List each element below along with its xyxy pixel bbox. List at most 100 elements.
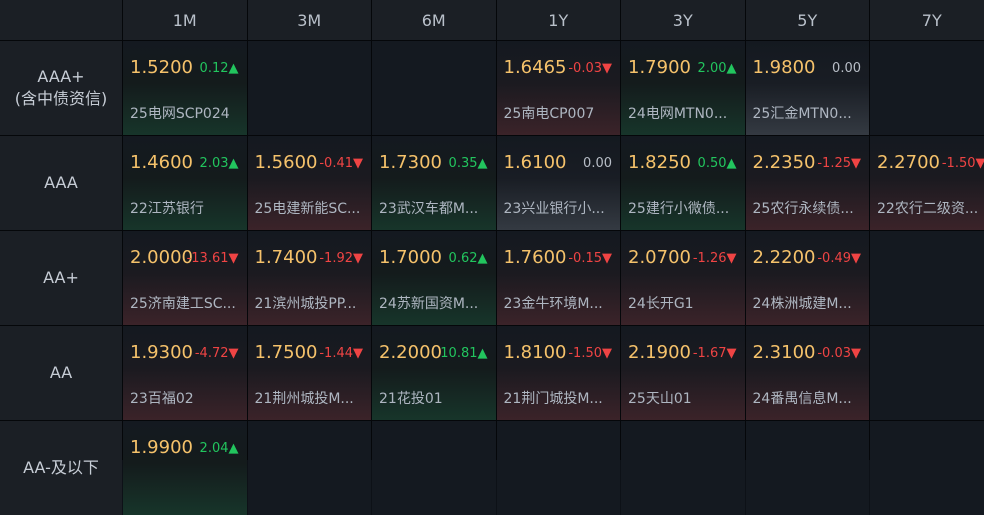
yield-cell[interactable]: 1.46002.03▲22江苏银行 xyxy=(123,136,247,230)
yield-value: 2.2200 xyxy=(753,247,823,268)
row-label: AA+ xyxy=(0,231,122,325)
change-value: -0.03▼ xyxy=(568,61,612,76)
down-arrow-icon: ▼ xyxy=(727,346,737,361)
yield-cell[interactable]: 1.7600-0.15▼23金牛环境M... xyxy=(497,231,621,325)
change-number: -0.03 xyxy=(568,61,602,76)
change-number: 0.35 xyxy=(449,156,478,171)
yield-cell[interactable]: 2.3100-0.03▼24番禺信息M... xyxy=(746,326,870,420)
bond-name: 21荆州城投M... xyxy=(255,388,366,408)
up-arrow-icon: ▲ xyxy=(478,346,488,361)
yield-value: 1.9800 xyxy=(753,57,823,78)
change-value: -4.72▼ xyxy=(195,346,239,361)
change-number: 2.03 xyxy=(200,156,229,171)
yield-cell[interactable]: 1.5600-0.41▼ 25电建新能SC... xyxy=(248,136,372,230)
yield-cell[interactable]: 1.79002.00▲24电网MTN0... xyxy=(621,41,745,135)
yield-cell[interactable]: 1.9300-4.72▼23百福02 xyxy=(123,326,247,420)
yield-cell[interactable]: 1.6100 0.00 23兴业银行小... xyxy=(497,136,621,230)
up-arrow-icon: ▲ xyxy=(727,61,737,76)
change-value: -0.03▼ xyxy=(817,346,861,361)
yield-cell[interactable]: 1.52000.12▲25电网SCP024 xyxy=(123,41,247,135)
change-number: 0.00 xyxy=(583,156,612,171)
change-number: -0.15 xyxy=(568,251,602,266)
yield-cell[interactable]: 1.7400-1.92▼21滨州城投PP... xyxy=(248,231,372,325)
column-header-1y[interactable]: 1Y xyxy=(497,0,621,40)
change-number: -0.49 xyxy=(817,251,851,266)
yield-value: 1.6465 xyxy=(504,57,574,78)
change-number: 0.50 xyxy=(698,156,727,171)
column-header-3m[interactable]: 3M xyxy=(248,0,372,40)
bond-name: 22江苏银行 xyxy=(130,198,241,218)
yield-cell[interactable]: 1.70000.62▲ 24苏新国资M... xyxy=(372,231,496,325)
down-arrow-icon: ▼ xyxy=(229,346,239,361)
bond-name: 25电建新能SC... xyxy=(255,198,366,218)
yield-value: 1.5600 xyxy=(255,152,325,173)
down-arrow-icon: ▼ xyxy=(353,251,363,266)
yield-cell[interactable]: 1.82500.50▲25建行小微债... xyxy=(621,136,745,230)
bond-name: 23金牛环境M... xyxy=(504,293,615,313)
change-value: 10.81▲ xyxy=(440,346,487,361)
column-header-3y[interactable]: 3Y xyxy=(621,0,745,40)
yield-cell[interactable]: 1.98000.0025汇金MTN0... xyxy=(746,41,870,135)
yield-cell[interactable]: 1.7500-1.44▼21荆州城投M... xyxy=(248,326,372,420)
yield-value: 1.4600 xyxy=(130,152,200,173)
down-arrow-icon: ▼ xyxy=(602,346,612,361)
up-arrow-icon: ▲ xyxy=(478,156,488,171)
yield-value: 2.0700 xyxy=(628,247,698,268)
corner-header xyxy=(0,0,122,40)
yield-value: 1.8100 xyxy=(504,342,574,363)
up-arrow-icon: ▲ xyxy=(229,61,239,76)
bond-name: 23兴业银行小... xyxy=(504,198,615,218)
change-number: -13.61 xyxy=(187,251,229,266)
yield-value: 1.6100 xyxy=(504,152,574,173)
empty-cell xyxy=(870,326,984,420)
empty-cell xyxy=(621,421,745,515)
change-value: -1.26▼ xyxy=(693,251,737,266)
down-arrow-icon: ▼ xyxy=(851,251,861,266)
bond-name: 25南电CP007 xyxy=(504,103,615,123)
bond-name: 24苏新国资M... xyxy=(379,293,490,313)
empty-cell xyxy=(870,231,984,325)
bond-name: 24电网MTN0... xyxy=(628,103,739,123)
change-value: -13.61▼ xyxy=(187,251,239,266)
row-label: AAA+ (含中债资信) xyxy=(0,41,122,135)
yield-cell[interactable]: 2.2200-0.49▼ 24株洲城建M... xyxy=(746,231,870,325)
yield-cell[interactable]: 2.200010.81▲21花投01 xyxy=(372,326,496,420)
change-value: 2.04▲ xyxy=(200,441,239,456)
bond-name: 24长开G1 xyxy=(628,293,739,313)
bond-name: 21花投01 xyxy=(379,388,490,408)
yield-cell[interactable]: 2.0000-13.61▼25济南建工SC... xyxy=(123,231,247,325)
bond-name: 24株洲城建M... xyxy=(753,293,864,313)
yield-value: 1.7000 xyxy=(379,247,449,268)
up-arrow-icon: ▲ xyxy=(229,441,239,456)
change-value: -0.41▼ xyxy=(319,156,363,171)
bond-name: 23武汉车都M... xyxy=(379,198,490,218)
yield-cell[interactable]: 2.1900-1.67▼25天山01 xyxy=(621,326,745,420)
column-header-7y[interactable]: 7Y xyxy=(870,0,984,40)
column-header-1m[interactable]: 1M xyxy=(123,0,247,40)
yield-cell[interactable]: 1.6465-0.03▼ 25南电CP007 xyxy=(497,41,621,135)
yield-cell[interactable]: 1.99002.04▲ xyxy=(123,421,247,515)
change-number: 10.81 xyxy=(440,346,477,361)
column-header-6m[interactable]: 6M xyxy=(372,0,496,40)
change-value: 0.50▲ xyxy=(698,156,737,171)
yield-cell[interactable]: 2.2700-1.50▼22农行二级资... xyxy=(870,136,984,230)
yield-cell[interactable]: 2.2350-1.25▼25农行永续债... xyxy=(746,136,870,230)
yield-cell[interactable]: 2.0700-1.26▼ 24长开G1 xyxy=(621,231,745,325)
down-arrow-icon: ▼ xyxy=(602,61,612,76)
yield-cell[interactable]: 1.8100-1.50▼21荆门城投M... xyxy=(497,326,621,420)
bond-name: 25农行永续债... xyxy=(753,198,864,218)
bond-name: 25建行小微债... xyxy=(628,198,739,218)
yield-value: 2.2700 xyxy=(877,152,947,173)
yield-cell[interactable]: 1.73000.35▲23武汉车都M... xyxy=(372,136,496,230)
change-number: -1.50 xyxy=(942,156,976,171)
empty-cell xyxy=(870,41,984,135)
yield-value: 2.1900 xyxy=(628,342,698,363)
yield-value: 1.7600 xyxy=(504,247,574,268)
change-value: 0.00 xyxy=(583,156,612,171)
empty-cell xyxy=(248,421,372,515)
change-value: 0.62▲ xyxy=(449,251,488,266)
change-value: -1.50▼ xyxy=(568,346,612,361)
column-header-5y[interactable]: 5Y xyxy=(746,0,870,40)
change-value: -0.49▼ xyxy=(817,251,861,266)
bond-name: 25电网SCP024 xyxy=(130,103,241,123)
